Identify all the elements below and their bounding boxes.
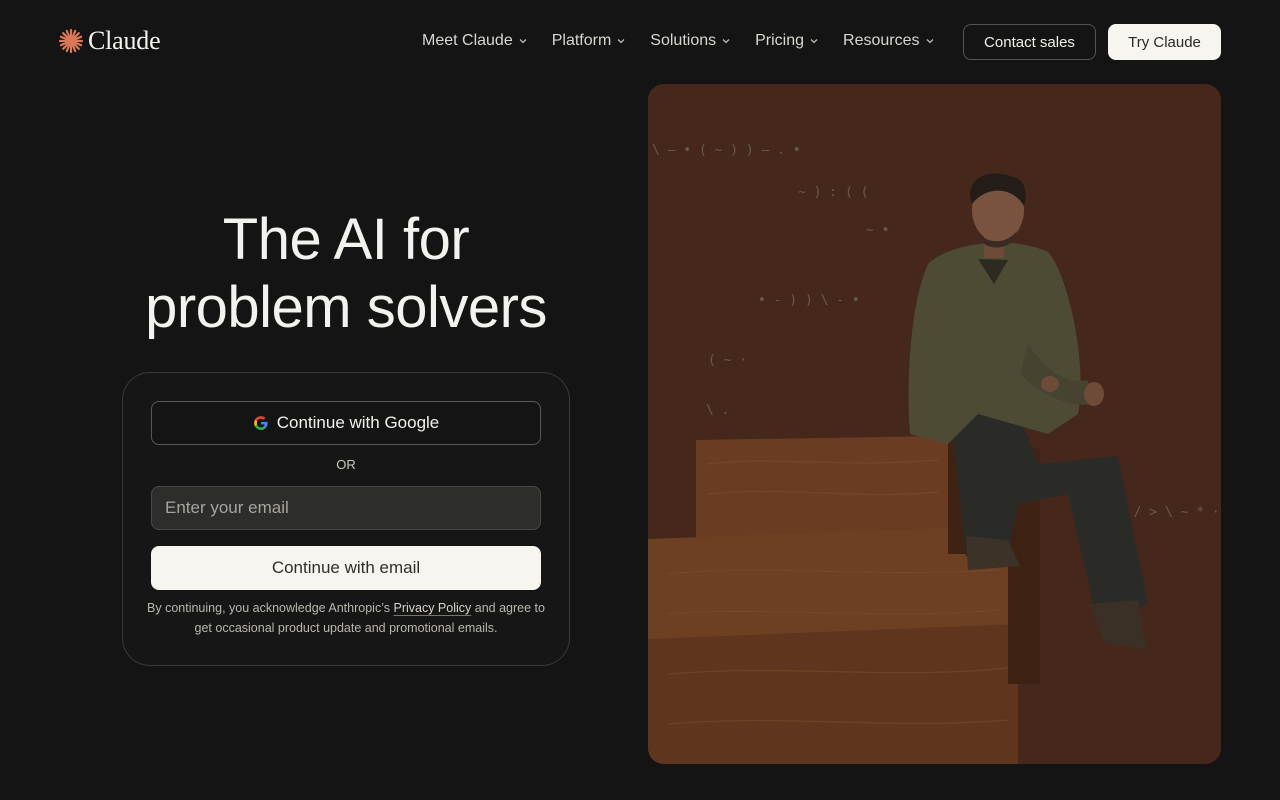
nav-item-label: Platform bbox=[551, 32, 612, 49]
continue-with-google-button[interactable]: Continue with Google bbox=[151, 401, 541, 445]
hero-image: \ — • ( ~ ) ) — . • ~ ) : ( ( ~ • • - ) … bbox=[648, 84, 1221, 764]
continue-with-email-button[interactable]: Continue with email bbox=[151, 546, 541, 590]
google-button-label: Continue with Google bbox=[276, 413, 440, 432]
nav-item-solutions[interactable]: Solutions bbox=[650, 32, 731, 50]
nav-item-label: Solutions bbox=[650, 32, 717, 49]
google-g-icon bbox=[253, 416, 268, 430]
chevron-down-icon bbox=[519, 39, 527, 44]
hero-title: The AI for problem solvers bbox=[90, 206, 602, 342]
svg-text:~ / > \ ~ * · ·: ~ / > \ ~ * · · bbox=[1118, 505, 1221, 520]
svg-text:• - ) ) \ - •: • - ) ) \ - • bbox=[758, 293, 860, 308]
svg-text:( ~ ·: ( ~ · bbox=[708, 353, 747, 368]
email-input[interactable] bbox=[151, 486, 541, 530]
nav-item-label: Resources bbox=[843, 32, 920, 49]
nav-item-resources[interactable]: Resources bbox=[843, 32, 934, 50]
chevron-down-icon bbox=[926, 39, 933, 44]
hero-title-line-2: problem solvers bbox=[145, 275, 547, 340]
main-nav: Meet Claude Platform Solutions Pricing R… bbox=[422, 30, 935, 52]
hero-title-line-1: The AI for bbox=[222, 207, 470, 272]
privacy-policy-link[interactable]: Privacy Policy bbox=[393, 601, 471, 615]
chevron-down-icon bbox=[722, 39, 730, 44]
claude-logo-link[interactable]: Claude bbox=[58, 26, 161, 56]
try-claude-button[interactable]: Try Claude bbox=[1108, 24, 1221, 60]
nav-item-label: Pricing bbox=[755, 32, 805, 49]
contact-sales-button[interactable]: Contact sales bbox=[963, 24, 1096, 60]
svg-text:~ ) : ( (: ~ ) : ( ( bbox=[798, 185, 868, 200]
legal-prefix: By continuing, you acknowledge Anthropic… bbox=[147, 601, 390, 615]
hero-illustration: \ — • ( ~ ) ) — . • ~ ) : ( ( ~ • • - ) … bbox=[648, 84, 1221, 764]
site-header: Claude Meet Claude Platform Solutions Pr… bbox=[0, 0, 1280, 84]
nav-item-label: Meet Claude bbox=[422, 32, 513, 49]
brand-name: Claude bbox=[88, 26, 161, 55]
chevron-down-icon bbox=[810, 39, 818, 44]
claude-starburst-icon bbox=[58, 28, 84, 54]
nav-item-meet-claude[interactable]: Meet Claude bbox=[422, 32, 528, 50]
or-divider: OR bbox=[336, 457, 356, 472]
svg-text:\ .: \ . bbox=[706, 403, 729, 418]
nav-item-pricing[interactable]: Pricing bbox=[755, 32, 819, 50]
login-card: Continue with Google OR Continue with em… bbox=[122, 372, 570, 666]
legal-notice: By continuing, you acknowledge Anthropic… bbox=[143, 598, 549, 638]
nav-item-platform[interactable]: Platform bbox=[552, 32, 627, 50]
svg-text:~ •: ~ • bbox=[866, 223, 889, 238]
chevron-down-icon bbox=[617, 39, 625, 44]
svg-text:\ — • ( ~ ) ) — . •: \ — • ( ~ ) ) — . • bbox=[652, 143, 801, 158]
